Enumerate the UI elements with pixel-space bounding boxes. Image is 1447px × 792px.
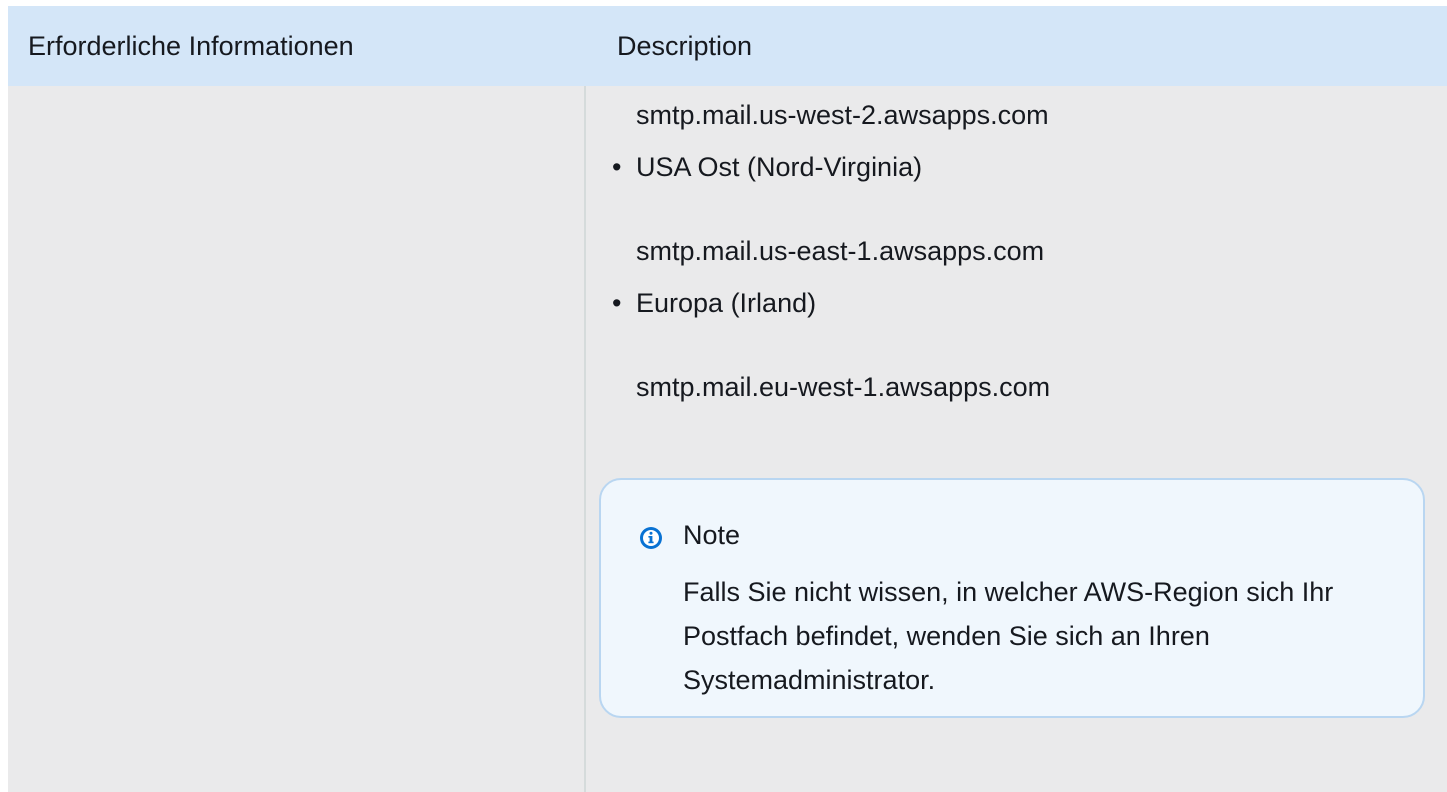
table-header-row: Erforderliche Informationen Description: [8, 6, 1447, 86]
required-info-cell: [8, 86, 584, 792]
region-eu: Europa (Irland): [636, 288, 817, 318]
host-us-east-1: smtp.mail.us-east-1.awsapps.com: [636, 236, 1045, 266]
header-description: Description: [617, 31, 753, 61]
bullet-icon: •: [612, 152, 622, 182]
description-cell: smtp.mail.us-west-2.awsapps.com • USA Os…: [586, 86, 1447, 792]
bullet-icon: •: [612, 288, 622, 318]
region-us-east: USA Ost (Nord-Virginia): [636, 152, 923, 182]
host-us-west-2: smtp.mail.us-west-2.awsapps.com: [636, 100, 1049, 130]
header-required-info: Erforderliche Informationen: [28, 31, 354, 61]
info-table: Erforderliche Informationen Description …: [8, 6, 1447, 792]
note-title: Note: [683, 520, 741, 550]
note-box: Note Falls Sie nicht wissen, in welcher …: [599, 478, 1425, 718]
info-icon: [640, 527, 662, 549]
table-row: smtp.mail.us-west-2.awsapps.com • USA Os…: [8, 86, 1447, 792]
note-text: Falls Sie nicht wissen, in welcher AWS-R…: [683, 577, 1334, 695]
host-eu-west-1: smtp.mail.eu-west-1.awsapps.com: [636, 372, 1051, 402]
